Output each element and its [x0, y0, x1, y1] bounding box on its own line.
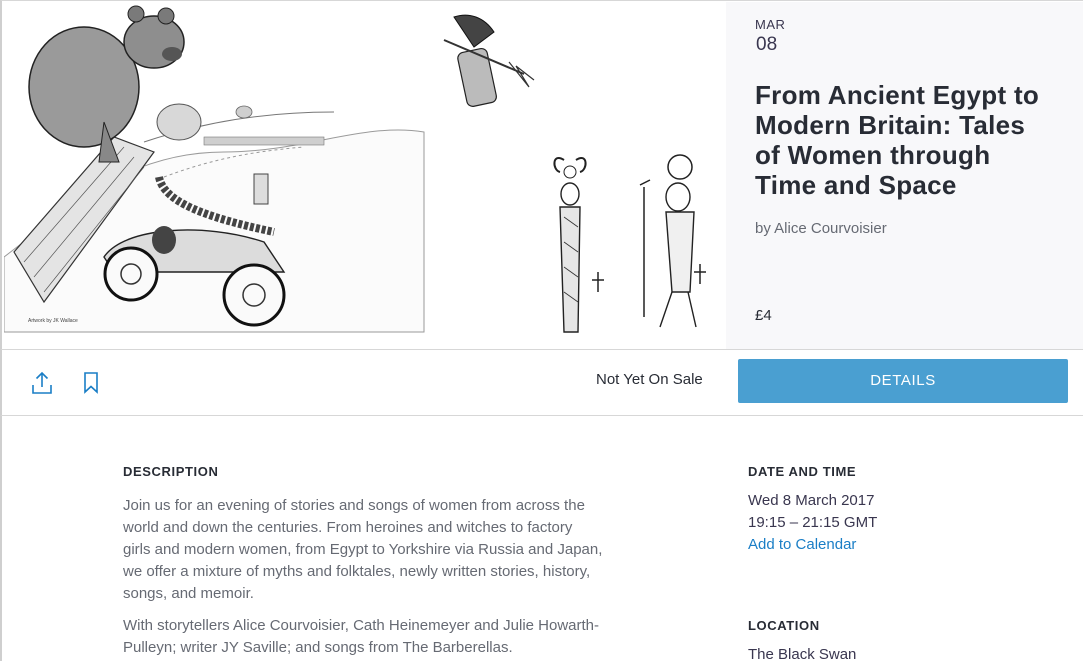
- event-price: £4: [755, 307, 772, 324]
- description-body: Join us for an evening of stories and so…: [123, 495, 603, 661]
- event-summary-panel: MAR 08 From Ancient Egypt to Modern Brit…: [726, 2, 1083, 349]
- event-date-day: 08: [756, 34, 778, 55]
- artwork-credit: Artwork by JK Wallace: [28, 318, 78, 324]
- sale-status-text: Not Yet On Sale: [596, 371, 703, 388]
- event-time-text: 19:15 – 21:15 GMT: [748, 514, 878, 531]
- add-to-calendar-link[interactable]: Add to Calendar: [748, 536, 856, 553]
- details-button[interactable]: DETAILS: [738, 359, 1068, 403]
- event-details-section: DESCRIPTION Join us for an evening of st…: [0, 416, 1083, 661]
- event-artwork-illustration: [4, 5, 706, 333]
- location-heading: LOCATION: [748, 618, 820, 633]
- share-upload-icon: [32, 371, 52, 394]
- event-title: From Ancient Egypt to Modern Britain: Ta…: [755, 80, 1040, 200]
- date-time-heading: DATE AND TIME: [748, 464, 857, 479]
- description-paragraph: Join us for an evening of stories and so…: [123, 497, 603, 602]
- description-heading: DESCRIPTION: [123, 464, 219, 479]
- event-date-month: MAR: [755, 17, 786, 32]
- action-bar: Not Yet On Sale DETAILS: [0, 349, 1083, 416]
- share-button[interactable]: [30, 370, 54, 396]
- event-organizer: by Alice Courvoisier: [755, 220, 887, 237]
- bookmark-button[interactable]: [82, 371, 100, 395]
- event-hero: Artwork by JK Wallace MAR 08 From Ancien…: [0, 0, 1083, 349]
- bookmark-icon: [84, 372, 98, 394]
- location-venue: The Black Swan: [748, 646, 857, 661]
- description-paragraph: With storytellers Alice Courvoisier, Cat…: [123, 617, 600, 656]
- event-date-text: Wed 8 March 2017: [748, 492, 875, 509]
- event-artwork-image: Artwork by JK Wallace: [4, 2, 726, 349]
